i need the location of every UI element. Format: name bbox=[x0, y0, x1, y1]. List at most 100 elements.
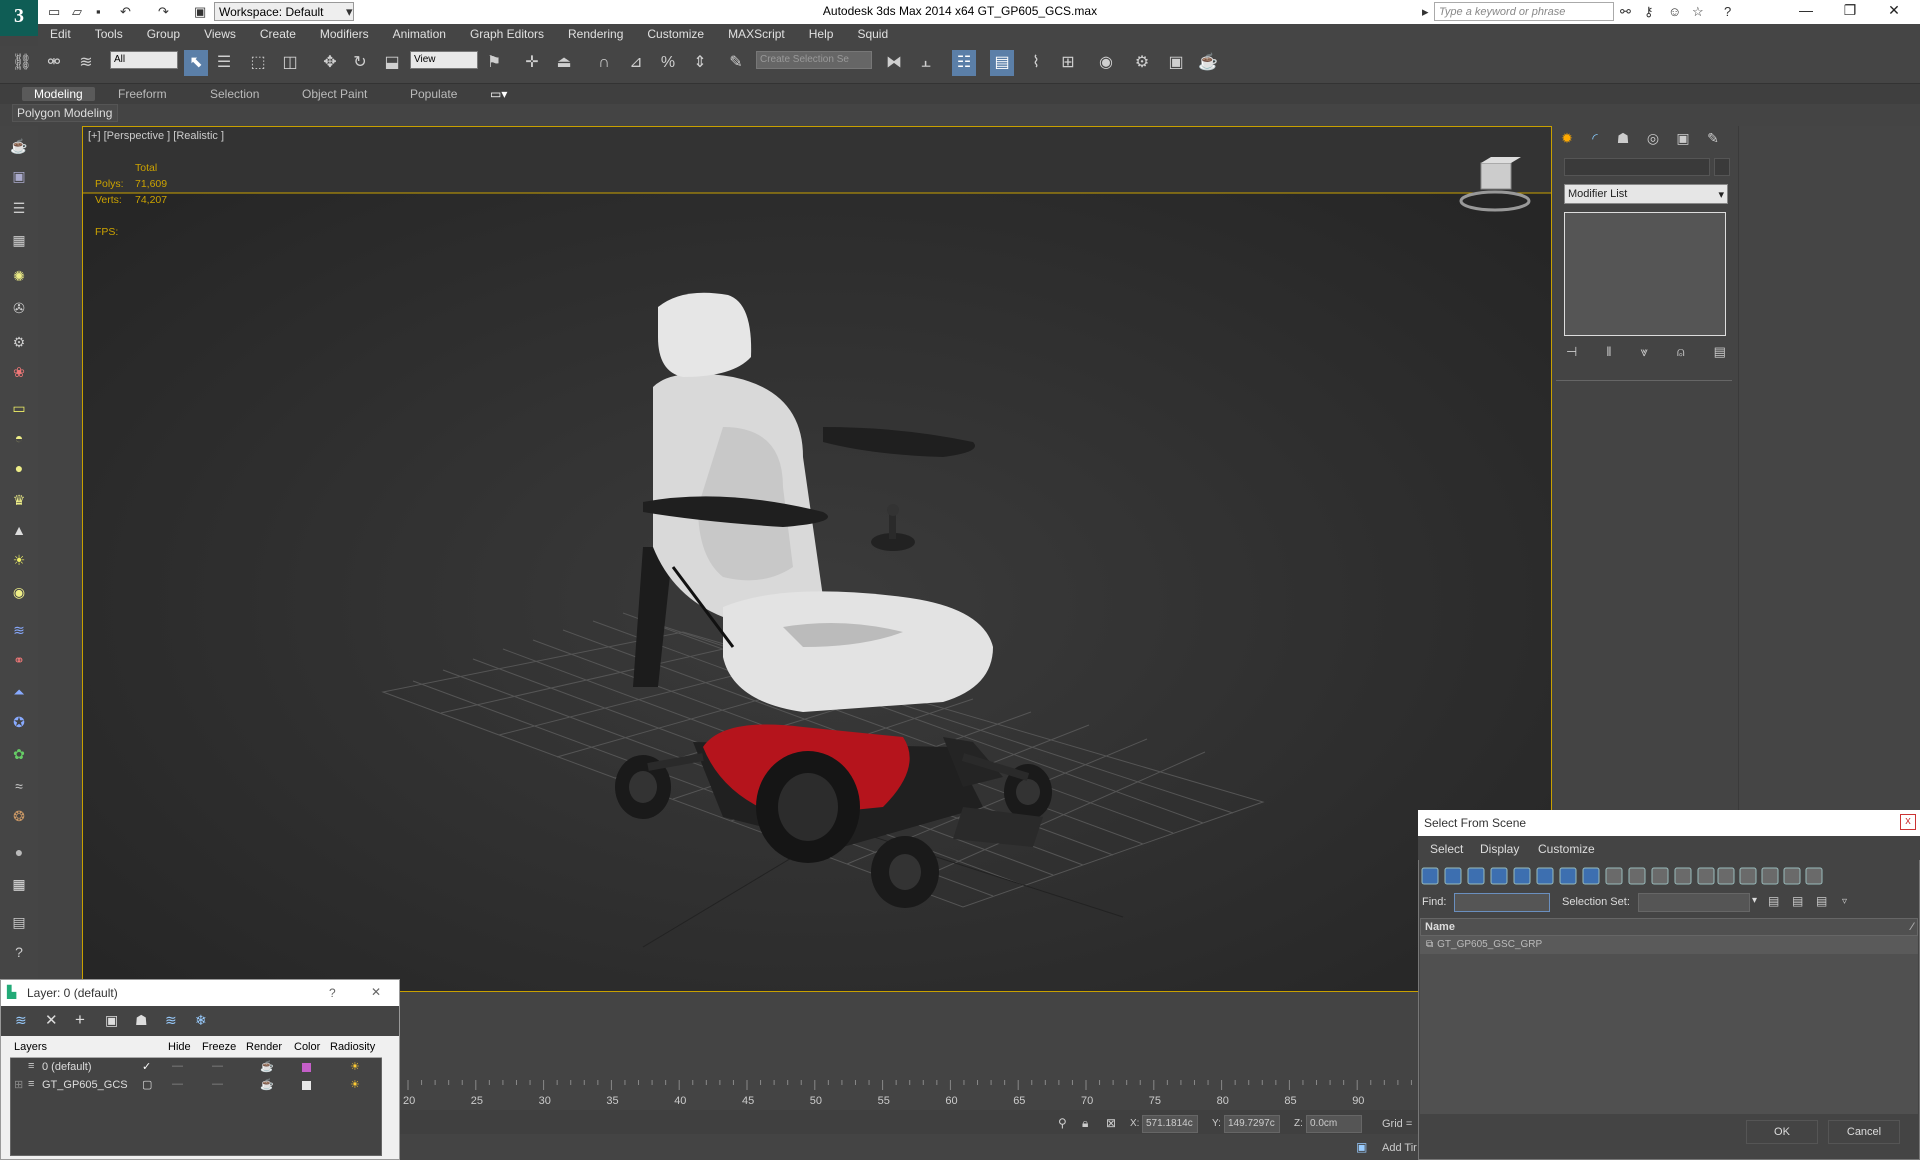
find-input[interactable] bbox=[1454, 893, 1550, 912]
col-render[interactable]: Render bbox=[246, 1041, 282, 1053]
scale-icon[interactable]: ⬓ bbox=[380, 50, 404, 76]
hide-all-layers-icon[interactable]: ≋ bbox=[165, 1012, 177, 1029]
link-icon[interactable]: ⛓ bbox=[10, 50, 34, 76]
menu-rendering[interactable]: Rendering bbox=[556, 24, 635, 41]
add-to-layer-icon[interactable]: + bbox=[75, 1010, 85, 1030]
utilities-tab-icon[interactable]: ✎ bbox=[1702, 130, 1724, 150]
keyword-search-input[interactable]: Type a keyword or phrase bbox=[1434, 2, 1614, 21]
add-time-tag-button[interactable]: Add Tir bbox=[1382, 1142, 1417, 1154]
teapot-icon[interactable]: ☕ bbox=[8, 136, 30, 156]
shell-icon[interactable]: ❂ bbox=[8, 806, 30, 826]
menu-group[interactable]: Group bbox=[135, 24, 192, 41]
create-tab-icon[interactable]: ✹ bbox=[1556, 130, 1578, 150]
wave-icon[interactable]: ≋ bbox=[8, 620, 30, 640]
ribbon-toggle-icon[interactable]: ▤ bbox=[990, 50, 1014, 76]
reference-coordinate-dropdown[interactable]: View bbox=[410, 51, 478, 69]
plane-icon[interactable]: ▭ bbox=[8, 398, 30, 418]
object-name-field[interactable] bbox=[1564, 158, 1710, 176]
make-unique-icon[interactable]: ⩔ bbox=[1641, 344, 1648, 360]
polygon-modeling-panel[interactable]: Polygon Modeling bbox=[12, 104, 118, 122]
display-frozen-icon[interactable] bbox=[1651, 867, 1669, 885]
sphere-gray-icon[interactable]: ● bbox=[8, 842, 30, 862]
sfs-list-header[interactable]: Name ⁄ bbox=[1420, 918, 1918, 936]
bind-space-warp-icon[interactable]: ≋ bbox=[74, 50, 98, 76]
layer-help-button[interactable]: ? bbox=[329, 986, 336, 1000]
col-radiosity[interactable]: Radiosity bbox=[330, 1041, 375, 1053]
highlight-layer-icon[interactable]: ☗ bbox=[135, 1012, 148, 1029]
display-geometry-icon[interactable] bbox=[1421, 867, 1439, 885]
delete-layer-icon[interactable]: ✕ bbox=[45, 1011, 58, 1029]
table-row[interactable]: ≡ 0 (default) ✓ — — ☕ ☀ bbox=[10, 1060, 382, 1078]
perspective-viewport[interactable] bbox=[82, 126, 1552, 992]
collapse-icon[interactable] bbox=[1805, 867, 1823, 885]
expand-search-icon[interactable]: ▸ bbox=[1422, 4, 1429, 20]
selection-set-dropdown[interactable] bbox=[1638, 893, 1750, 912]
binoculars-icon[interactable]: ⚯ bbox=[1620, 4, 1631, 20]
unlink-icon[interactable]: ⚮ bbox=[42, 50, 66, 76]
isolate-icon[interactable]: ⚲ bbox=[1058, 1116, 1067, 1130]
render-production-icon[interactable]: ☕ bbox=[1196, 50, 1220, 76]
display-shapes-icon[interactable] bbox=[1444, 867, 1462, 885]
rectangle-selection-icon[interactable]: ⬚ bbox=[246, 50, 270, 76]
menu-modifiers[interactable]: Modifiers bbox=[308, 24, 381, 41]
menu-edit[interactable]: Edit bbox=[38, 24, 83, 41]
sfs-menu-customize[interactable]: Customize bbox=[1538, 842, 1595, 856]
render-teapot-icon[interactable]: ☕ bbox=[260, 1078, 274, 1091]
menu-graph-editors[interactable]: Graph Editors bbox=[458, 24, 556, 41]
col-freeze[interactable]: Freeze bbox=[202, 1041, 236, 1053]
rotate-icon[interactable]: ↻ bbox=[348, 50, 372, 76]
display-helpers-icon[interactable] bbox=[1513, 867, 1531, 885]
window-crossing-icon[interactable]: ◫ bbox=[278, 50, 302, 76]
display-tab-icon[interactable]: ▣ bbox=[1672, 130, 1694, 150]
radiosity-icon[interactable]: ☀ bbox=[350, 1060, 360, 1073]
timeline[interactable]: 20 25 30 35 40 45 50 55 60 65 70 75 80 85 90 bbox=[400, 1080, 1420, 1110]
close-window-button[interactable]: ✕ bbox=[1874, 2, 1914, 22]
y-coordinate-field[interactable]: 149.7297c bbox=[1224, 1115, 1280, 1133]
motion-tab-icon[interactable]: ◎ bbox=[1642, 130, 1664, 150]
pin-stack-icon[interactable]: ⊣ bbox=[1566, 344, 1577, 360]
sfs-menu-display[interactable]: Display bbox=[1480, 842, 1519, 856]
create-layer-icon[interactable]: ≋ bbox=[15, 1012, 27, 1029]
current-layer-check[interactable]: ✓ bbox=[142, 1060, 151, 1073]
viewport-label[interactable]: [+] [Perspective ] [Realistic ] bbox=[88, 130, 224, 142]
show-end-result-icon[interactable]: ‖ bbox=[1606, 344, 1611, 360]
angle-snap-icon[interactable]: ⊿ bbox=[624, 50, 648, 76]
tab-freeform[interactable]: Freeform bbox=[118, 87, 167, 101]
object-color-swatch[interactable] bbox=[1714, 158, 1730, 176]
menu-maxscript[interactable]: MAXScript bbox=[716, 24, 797, 41]
absolute-mode-icon[interactable]: ⊠ bbox=[1106, 1116, 1116, 1130]
menu-squid[interactable]: Squid bbox=[845, 24, 900, 41]
sync-selection-icon[interactable] bbox=[1783, 867, 1801, 885]
edit-named-selection-icon[interactable]: ✎ bbox=[724, 50, 748, 76]
mirror-icon[interactable]: ⧓ bbox=[882, 50, 906, 76]
chevron-down-icon[interactable]: ▾ bbox=[1752, 895, 1757, 906]
time-tag-icon[interactable]: ▣ bbox=[1356, 1140, 1367, 1154]
lock-icon[interactable]: 🔒︎ bbox=[1082, 1116, 1088, 1131]
freeze-toggle[interactable]: — bbox=[212, 1078, 223, 1090]
sfs-object-list[interactable] bbox=[1420, 954, 1918, 1114]
crown-icon[interactable]: ♛ bbox=[8, 490, 30, 510]
star-icon[interactable]: ☆ bbox=[1692, 4, 1704, 20]
edit-set-icon[interactable]: ▤ bbox=[1816, 894, 1827, 908]
spinner-snap-icon[interactable]: ⇕ bbox=[688, 50, 712, 76]
modify-tab-icon[interactable]: ◜ bbox=[1584, 130, 1606, 150]
menu-tools[interactable]: Tools bbox=[83, 24, 135, 41]
plant-icon[interactable]: ✿ bbox=[8, 744, 30, 764]
sphere-icon[interactable]: ● bbox=[8, 458, 30, 478]
curve-editor-icon[interactable]: ⌇ bbox=[1024, 50, 1048, 76]
layer-color-swatch[interactable] bbox=[302, 1063, 311, 1072]
sun-icon[interactable]: ☀ bbox=[8, 550, 30, 570]
render-teapot-icon[interactable]: ☕ bbox=[260, 1060, 274, 1073]
select-manipulate-icon[interactable]: ✛ bbox=[520, 50, 544, 76]
tab-populate[interactable]: Populate bbox=[410, 87, 457, 101]
layer-color-swatch[interactable] bbox=[302, 1081, 311, 1090]
rendered-frame-window-icon[interactable]: ▣ bbox=[1164, 50, 1188, 76]
image-icon[interactable]: ▣ bbox=[8, 166, 30, 186]
display-xrefs-icon[interactable] bbox=[1582, 867, 1600, 885]
cone-icon[interactable]: ▲ bbox=[8, 520, 30, 540]
z-coordinate-field[interactable]: 0.0cm bbox=[1306, 1115, 1362, 1133]
layer-manager-icon[interactable]: ☷ bbox=[952, 50, 976, 76]
disc-icon[interactable]: ◉ bbox=[8, 582, 30, 602]
freeze-all-layers-icon[interactable]: ❄ bbox=[195, 1012, 207, 1029]
hierarchy-tab-icon[interactable]: ☗ bbox=[1612, 130, 1634, 150]
